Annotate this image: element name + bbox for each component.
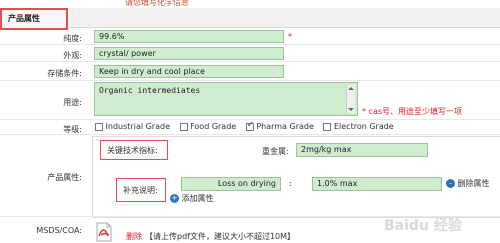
top-hint-text: 请您填写化学信息 <box>125 0 189 7</box>
storage-label: 存储条件: <box>47 69 82 78</box>
row-divider <box>0 44 500 45</box>
purity-input[interactable]: 99.6% <box>94 30 284 43</box>
grade-option-food[interactable]: Food Grade <box>179 122 237 131</box>
usage-text: Organic intermediates <box>99 86 201 95</box>
checkbox[interactable] <box>95 122 103 131</box>
checkbox-checked[interactable] <box>245 120 254 131</box>
minus-circle-icon: – <box>446 179 455 188</box>
grade-option-pharma[interactable]: Pharma Grade <box>245 120 314 131</box>
grade-options: Industrial Grade Food Grade Pharma Grade… <box>95 120 401 131</box>
delete-property-label: 删除属性 <box>457 179 490 188</box>
usage-required-note: * cas号、用途至少填写一项 <box>362 107 463 116</box>
delete-property-button[interactable]: – 删除属性 <box>446 178 490 189</box>
pdf-file-icon[interactable] <box>95 222 113 242</box>
grade-option-industrial[interactable]: Industrial Grade <box>95 122 170 131</box>
checkbox[interactable] <box>179 122 188 131</box>
grade-option-label: Food Grade <box>190 122 237 131</box>
textarea-scrollbar[interactable] <box>346 85 355 113</box>
watermark: Baidu 经验 <box>384 218 462 234</box>
row-divider <box>0 134 500 135</box>
plus-circle-icon: + <box>170 194 179 203</box>
checkbox[interactable] <box>323 122 332 131</box>
purity-label: 纯度: <box>63 34 82 43</box>
appearance-input[interactable]: crystal/ power <box>94 47 284 60</box>
weight-label: 重金属: <box>262 147 289 156</box>
weight-value-input[interactable]: 2mg/kg max <box>296 143 428 157</box>
msds-label: MSDS/COA: <box>36 226 82 235</box>
add-property-label: 添加属性 <box>181 194 214 203</box>
scroll-down-icon[interactable] <box>347 106 355 113</box>
supplement-colon: : <box>289 179 292 188</box>
grade-option-electron[interactable]: Electron Grade <box>323 122 394 131</box>
grade-option-label: Pharma Grade <box>256 122 314 131</box>
storage-input[interactable]: Keep in dry and cool place <box>94 65 284 78</box>
appearance-label: 外观: <box>63 51 82 60</box>
msds-upload-note: 【请上传pdf文件，建议大小不超过10M】 <box>145 232 296 241</box>
grade-option-label: Industrial Grade <box>105 122 170 131</box>
product-props-label: 产品属性: <box>47 173 82 182</box>
usage-textarea[interactable]: Organic intermediates <box>94 82 358 116</box>
row-divider <box>0 61 500 62</box>
header-bar <box>0 8 500 28</box>
add-property-button[interactable]: + 添加属性 <box>170 193 214 204</box>
section-title: 产品属性 <box>0 8 68 30</box>
key-indicator-label: 关键技术指标: <box>100 140 168 160</box>
scroll-up-icon[interactable] <box>347 85 355 92</box>
purity-required-mark: * <box>288 32 292 41</box>
msds-delete-link[interactable]: 删除 <box>126 231 142 242</box>
supplement-value-input[interactable]: 1.0% max <box>312 177 442 191</box>
row-divider <box>0 80 500 81</box>
supplement-name-input[interactable]: Loss on drying <box>181 177 281 191</box>
usage-label: 用途: <box>63 98 82 107</box>
grade-option-label: Electron Grade <box>333 122 394 131</box>
supplement-label: 补充说明: <box>116 178 166 202</box>
